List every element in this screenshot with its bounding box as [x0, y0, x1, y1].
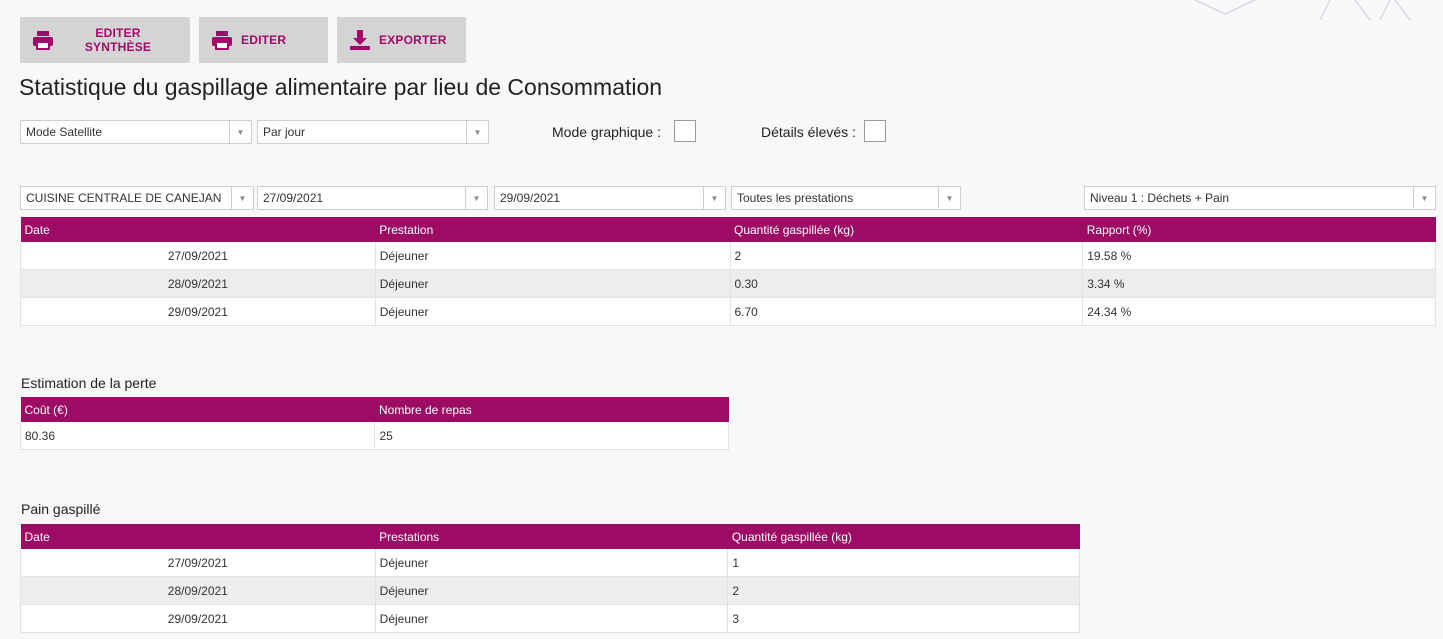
chevron-down-icon: ▼ — [1413, 187, 1435, 209]
edit-summary-label: EDITER SYNTHÈSE — [84, 26, 152, 54]
column-header-quantity[interactable]: Quantité gaspillée (kg) — [727, 524, 1080, 549]
cell-date: 28/09/2021 — [20, 576, 376, 605]
mode-select[interactable]: Mode Satellite ▼ — [20, 120, 252, 144]
mode-select-value: Mode Satellite — [26, 125, 103, 139]
cell-cost: 80.36 — [19, 422, 376, 450]
table-header-row: Date Prestations Quantité gaspillée (kg) — [20, 524, 1080, 549]
graphic-mode-label: Mode graphique : — [552, 124, 661, 140]
date-from-value: 27/09/2021 — [263, 191, 324, 205]
edit-label: EDITER — [241, 33, 287, 47]
level-select-value: Niveau 1 : Déchets + Pain — [1090, 191, 1230, 205]
cell-prestation: Déjeuner — [374, 549, 729, 577]
chevron-down-icon: ▼ — [703, 187, 725, 209]
table-row: 29/09/2021 Déjeuner 6.70 24.34 % — [20, 297, 1436, 326]
column-header-date[interactable]: Date — [20, 217, 376, 242]
cell-ratio: 19.58 % — [1082, 242, 1436, 270]
column-header-date[interactable]: Date — [20, 524, 376, 549]
table-row: 80.36 25 — [19, 422, 729, 450]
date-to-value: 29/09/2021 — [500, 191, 561, 205]
cell-prestation: Déjeuner — [374, 576, 729, 605]
page-title: Statistique du gaspillage alimentaire pa… — [19, 74, 663, 100]
cell-date: 27/09/2021 — [20, 242, 376, 270]
loss-estimation-table: Coût (€) Nombre de repas 80.36 25 — [19, 397, 729, 450]
cell-prestation: Déjeuner — [374, 297, 731, 326]
table-row: 28/09/2021 Déjeuner 0.30 3.34 % — [20, 269, 1436, 298]
high-details-label: Détails élevés : — [761, 124, 856, 140]
cell-quantity: 0.30 — [729, 269, 1084, 298]
bread-waste-title: Pain gaspillé — [21, 501, 101, 517]
chevron-down-icon: ▼ — [229, 121, 251, 143]
cell-date: 27/09/2021 — [20, 549, 376, 577]
download-icon — [349, 29, 371, 51]
table-row: 27/09/2021 Déjeuner 2 19.58 % — [20, 242, 1436, 270]
export-label: EXPORTER — [379, 33, 447, 47]
toolbar: EDITER SYNTHÈSE EDITER EXPORTER — [20, 17, 466, 63]
cell-date: 29/09/2021 — [20, 604, 376, 633]
loss-estimation-title: Estimation de la perte — [21, 375, 157, 391]
table-row: 29/09/2021 Déjeuner 3 — [20, 604, 1080, 633]
chevron-down-icon: ▼ — [466, 121, 488, 143]
cell-quantity: 3 — [727, 604, 1080, 633]
chevron-down-icon: ▼ — [231, 187, 253, 209]
date-to-select[interactable]: 29/09/2021 ▼ — [494, 186, 726, 210]
cell-prestation: Déjeuner — [374, 604, 729, 633]
chevron-down-icon: ▼ — [465, 187, 487, 209]
cell-date: 29/09/2021 — [20, 297, 376, 326]
cell-prestation: Déjeuner — [374, 269, 731, 298]
cell-quantity: 2 — [727, 576, 1080, 605]
high-details-checkbox[interactable] — [864, 120, 886, 142]
column-header-quantity[interactable]: Quantité gaspillée (kg) — [730, 217, 1083, 242]
export-button[interactable]: EXPORTER — [337, 17, 466, 63]
period-select[interactable]: Par jour ▼ — [257, 120, 489, 144]
printer-icon — [32, 30, 54, 50]
date-from-select[interactable]: 27/09/2021 ▼ — [257, 186, 488, 210]
edit-summary-button[interactable]: EDITER SYNTHÈSE — [20, 17, 190, 63]
cell-meals: 25 — [374, 422, 729, 450]
table-row: 28/09/2021 Déjeuner 2 — [20, 576, 1080, 605]
graphic-mode-checkbox[interactable] — [674, 120, 696, 142]
prestations-select[interactable]: Toutes les prestations ▼ — [731, 186, 961, 210]
prestations-select-value: Toutes les prestations — [737, 191, 854, 205]
table-header-row: Date Prestation Quantité gaspillée (kg) … — [20, 217, 1436, 242]
column-header-meals[interactable]: Nombre de repas — [374, 397, 729, 422]
site-select-value: CUISINE CENTRALE DE CANEJAN — [26, 191, 222, 205]
cell-prestation: Déjeuner — [374, 242, 731, 270]
chevron-down-icon: ▼ — [938, 187, 960, 209]
cell-ratio: 24.34 % — [1082, 297, 1436, 326]
column-header-prestations[interactable]: Prestations — [375, 524, 728, 549]
cell-date: 28/09/2021 — [20, 269, 376, 298]
table-header-row: Coût (€) Nombre de repas — [20, 397, 729, 422]
printer-icon — [211, 30, 233, 50]
bread-waste-table: Date Prestations Quantité gaspillée (kg)… — [20, 524, 1080, 633]
site-select[interactable]: CUISINE CENTRALE DE CANEJAN ▼ — [20, 186, 254, 210]
cell-ratio: 3.34 % — [1082, 269, 1436, 298]
column-header-prestation[interactable]: Prestation — [375, 217, 730, 242]
cell-quantity: 1 — [727, 549, 1080, 577]
period-select-value: Par jour — [263, 125, 306, 139]
cell-quantity: 2 — [729, 242, 1084, 270]
edit-button[interactable]: EDITER — [199, 17, 328, 63]
table-row: 27/09/2021 Déjeuner 1 — [20, 549, 1080, 577]
level-select[interactable]: Niveau 1 : Déchets + Pain ▼ — [1084, 186, 1436, 210]
column-header-cost[interactable]: Coût (€) — [20, 397, 375, 422]
waste-table: Date Prestation Quantité gaspillée (kg) … — [20, 217, 1436, 326]
cell-quantity: 6.70 — [729, 297, 1084, 326]
column-header-ratio[interactable]: Rapport (%) — [1082, 217, 1436, 242]
